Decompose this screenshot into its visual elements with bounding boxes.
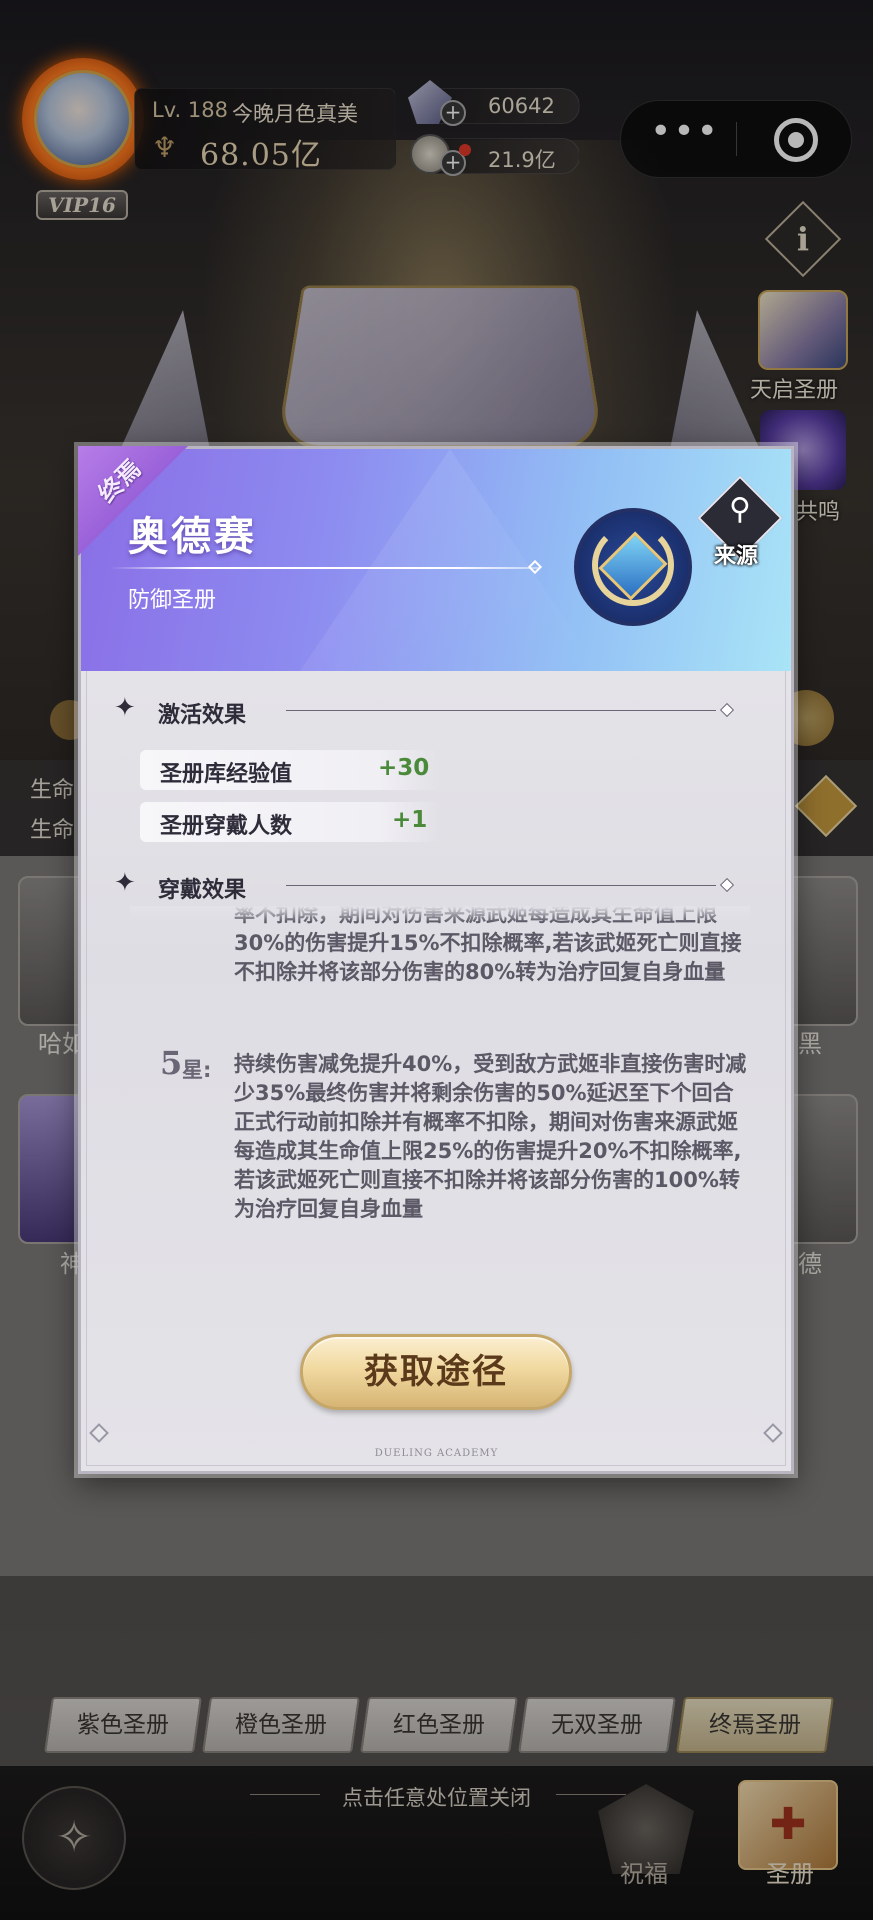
book-title: 奥德赛: [128, 513, 257, 560]
star-unit: 星:: [182, 1058, 212, 1082]
star-level: 5: [160, 1044, 183, 1082]
title-underline: [110, 567, 540, 569]
scroll-fade: [130, 906, 750, 922]
magnifier-icon: ⚲: [729, 492, 751, 527]
sparkle-icon: ✦: [114, 693, 136, 723]
source-label: 来源: [714, 544, 759, 569]
activation-heading: 激活效果: [158, 703, 247, 728]
section-divider: [286, 710, 716, 711]
section-divider: [286, 885, 716, 886]
stat-value: +1: [392, 807, 428, 833]
acquire-button[interactable]: 获取途径: [300, 1334, 572, 1410]
effect-text-5star: 持续伤害减免提升40%，受到敌方武姬非直接伤害时减少35%最终伤害并将剩余伤害的…: [234, 1052, 747, 1221]
sparkle-icon: ✦: [114, 868, 136, 898]
book-type: 防御圣册: [128, 588, 217, 613]
wear-effect-scroll[interactable]: 率不扣除，期间对伤害来源武姬每造成其生命值上限30%的伤害提升15%不扣除概率,…: [130, 906, 750, 1286]
stat-label: 圣册穿戴人数: [160, 814, 293, 839]
wear-heading: 穿戴效果: [158, 878, 247, 903]
stat-value: +30: [378, 755, 430, 781]
stat-label: 圣册库经验值: [160, 762, 293, 787]
footer-brand: DUELING ACADEMY: [374, 1448, 499, 1459]
